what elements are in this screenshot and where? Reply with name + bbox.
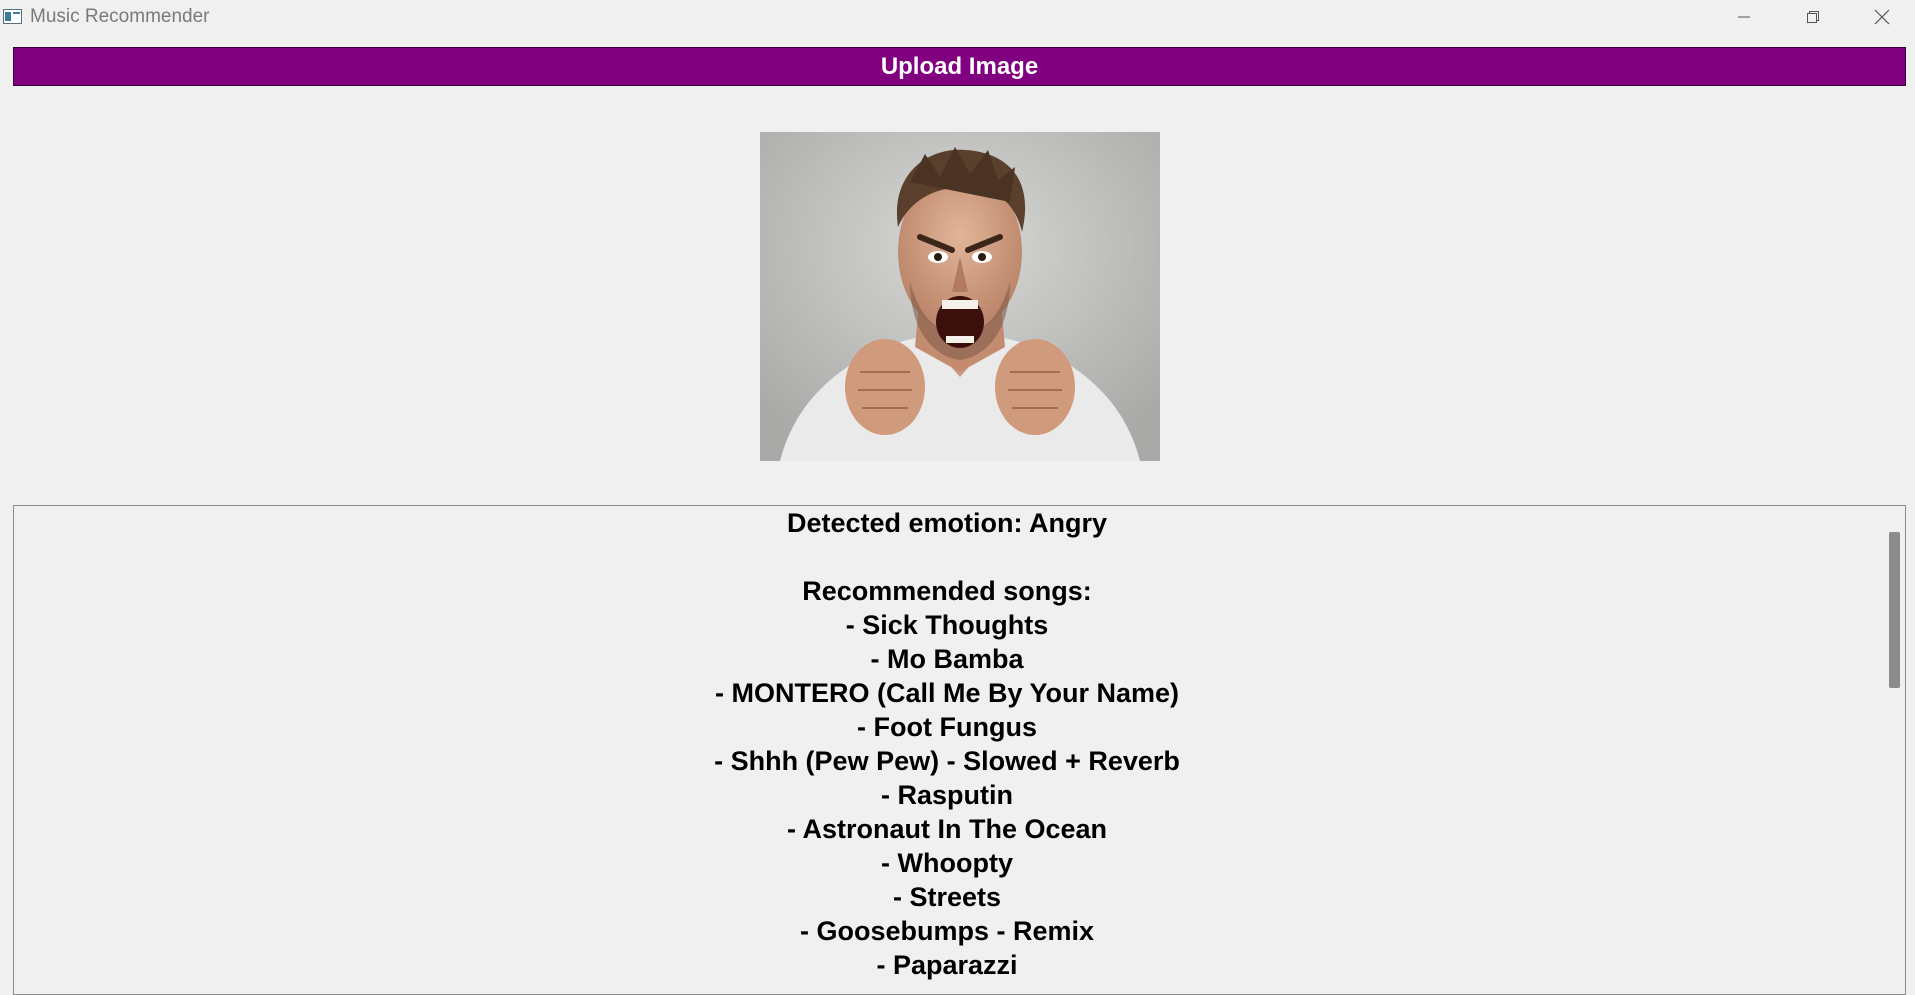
uploaded-photo [760, 132, 1160, 461]
song-item: - Foot Fungus [857, 712, 1037, 742]
detected-emotion-line: Detected emotion: Angry [786, 508, 1108, 538]
result-text-area[interactable]: Detected emotion: Angry Recommended song… [13, 505, 1906, 995]
song-item: - Paparazzi [876, 950, 1018, 980]
result-text: Detected emotion: Angry Recommended song… [14, 506, 1880, 982]
restore-button[interactable] [1778, 0, 1847, 34]
recommended-songs-heading: Recommended songs: [802, 576, 1092, 606]
song-item: - Goosebumps - Remix [799, 916, 1095, 946]
close-button[interactable] [1847, 0, 1915, 34]
song-item: - MONTERO (Call Me By Your Name) [714, 678, 1180, 708]
minimize-button[interactable] [1709, 0, 1778, 34]
song-item: - Mo Bamba [870, 644, 1024, 674]
song-item: - Whoopty [881, 848, 1013, 878]
song-item: - Astronaut In The Ocean [786, 814, 1108, 844]
restore-icon [1806, 11, 1819, 23]
title-bar: Music Recommender [0, 0, 1915, 34]
close-icon [1874, 9, 1889, 25]
song-item: - Streets [892, 882, 1002, 912]
song-item: - Shhh (Pew Pew) - Slowed + Reverb [714, 746, 1180, 776]
app-icon [3, 9, 22, 24]
song-item: - Rasputin [881, 780, 1013, 810]
song-item: - Sick Thoughts [845, 610, 1049, 640]
scrollbar-thumb[interactable] [1889, 532, 1900, 688]
vertical-scrollbar[interactable] [1879, 506, 1905, 994]
upload-image-button-label: Upload Image [880, 52, 1039, 80]
upload-image-button[interactable]: Upload Image [13, 47, 1906, 86]
minimize-icon [1737, 16, 1750, 18]
window-title: Music Recommender [30, 6, 210, 27]
